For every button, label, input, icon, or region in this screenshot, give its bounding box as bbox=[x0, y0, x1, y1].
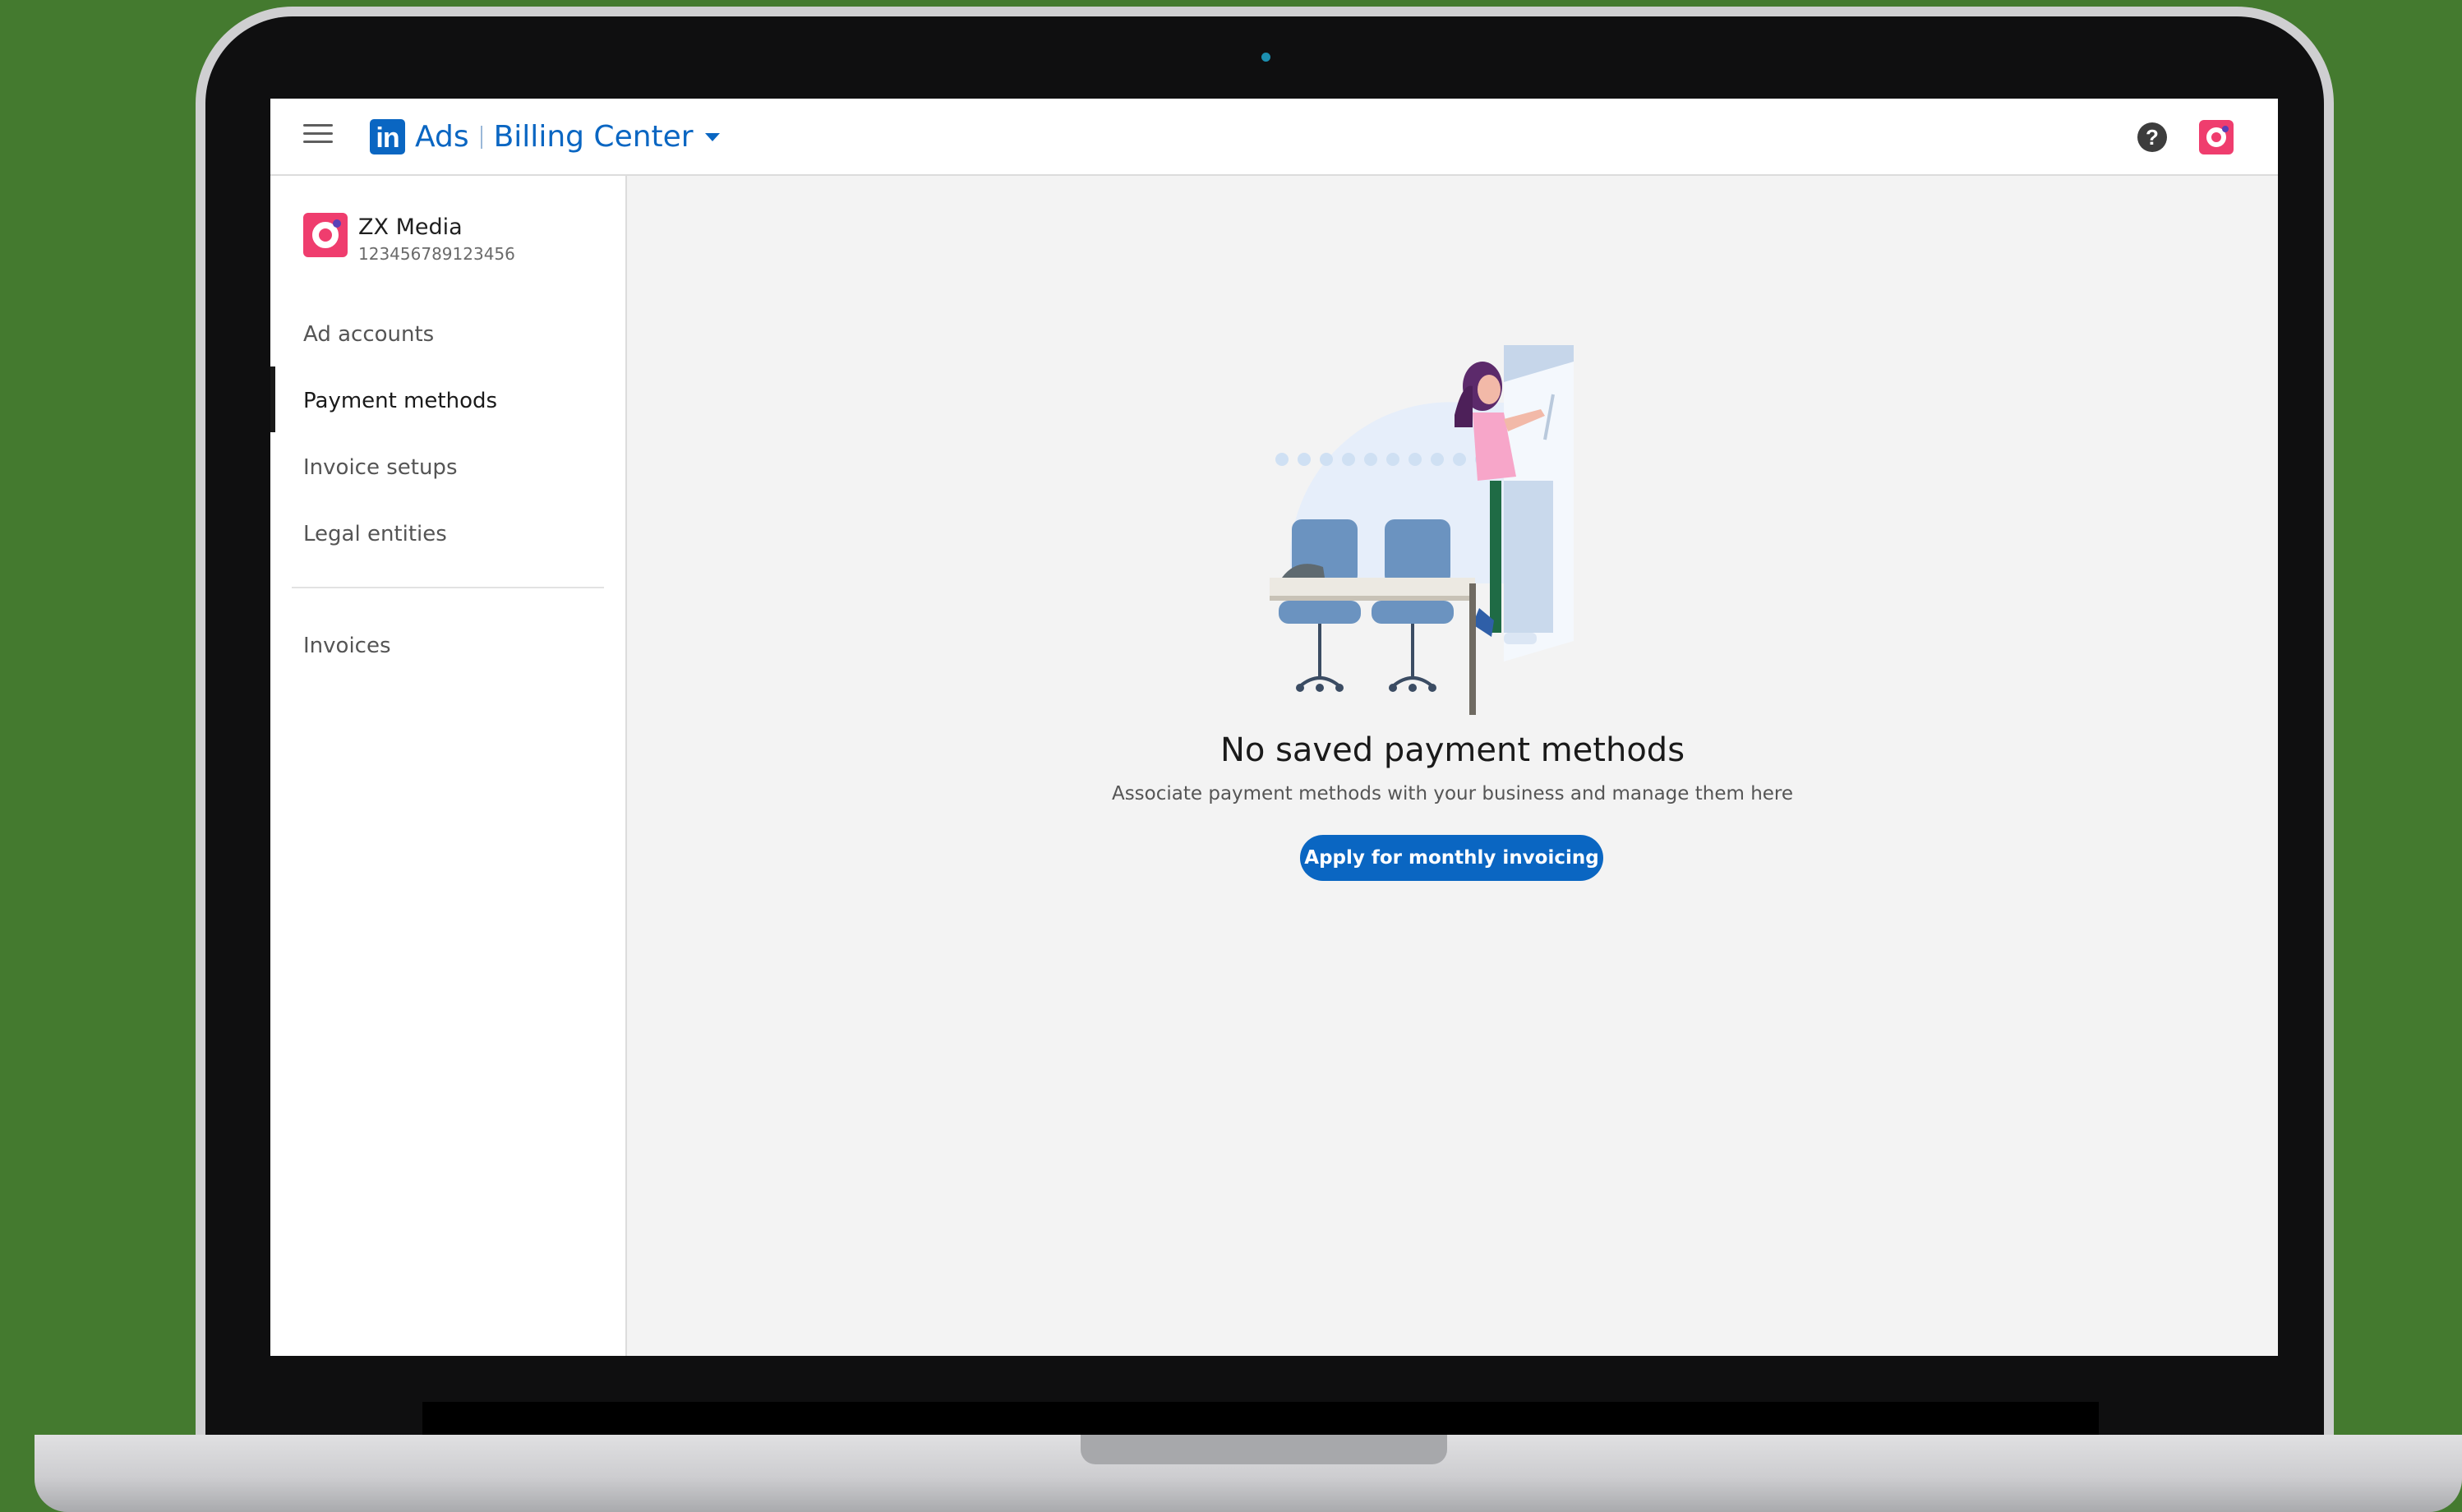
product-switcher[interactable]: Ads Billing Center bbox=[415, 118, 720, 157]
account-avatar-icon[interactable] bbox=[2199, 120, 2234, 154]
camera-dot bbox=[1261, 53, 1270, 62]
account-id: 123456789123456 bbox=[358, 244, 515, 264]
brand-divider bbox=[480, 126, 482, 149]
account-logo-icon bbox=[303, 213, 348, 257]
caret-down-icon bbox=[704, 133, 720, 141]
sidebar-divider bbox=[292, 587, 604, 588]
sidebar-item-payment-methods[interactable]: Payment methods bbox=[303, 389, 497, 413]
laptop-hinge bbox=[422, 1402, 2099, 1435]
sidebar: ZX Media 123456789123456 Ad accounts Pay… bbox=[270, 176, 627, 1356]
empty-state-title: No saved payment methods bbox=[1219, 731, 1685, 769]
empty-state-illustration bbox=[1270, 345, 1574, 715]
linkedin-logo[interactable]: in bbox=[370, 119, 405, 154]
laptop-notch bbox=[1081, 1435, 1447, 1464]
active-nav-indicator bbox=[270, 366, 275, 432]
empty-state-subtitle: Associate payment methods with your busi… bbox=[1111, 783, 1794, 804]
app-screen: in Ads Billing Center ? ZX Media 12345678… bbox=[270, 99, 2278, 1356]
account-name: ZX Media bbox=[358, 214, 463, 240]
sidebar-item-ad-accounts[interactable]: Ad accounts bbox=[303, 322, 434, 347]
sidebar-item-invoice-setups[interactable]: Invoice setups bbox=[303, 455, 457, 480]
hamburger-menu-icon[interactable] bbox=[303, 124, 333, 147]
product-name: Ads bbox=[415, 120, 469, 154]
section-name: Billing Center bbox=[493, 120, 694, 154]
top-navigation-bar: in Ads Billing Center ? bbox=[270, 99, 2278, 176]
apply-monthly-invoicing-button[interactable]: Apply for monthly invoicing bbox=[1300, 835, 1603, 881]
sidebar-item-invoices[interactable]: Invoices bbox=[303, 634, 391, 658]
sidebar-item-legal-entities[interactable]: Legal entities bbox=[303, 522, 447, 546]
help-icon[interactable]: ? bbox=[2137, 122, 2167, 152]
